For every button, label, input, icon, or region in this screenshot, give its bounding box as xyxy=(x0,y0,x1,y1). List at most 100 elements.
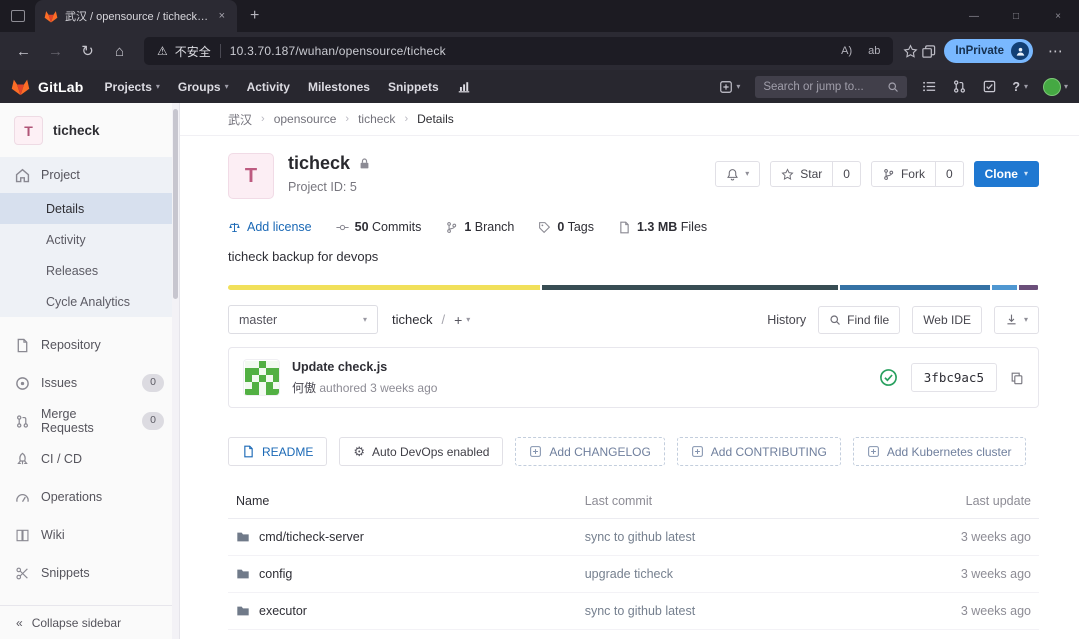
global-search[interactable] xyxy=(755,76,907,98)
sidebar-item-activity[interactable]: Activity xyxy=(0,224,179,255)
sidebar-item-releases[interactable]: Releases xyxy=(0,255,179,286)
address-bar[interactable]: ⚠ 不安全 10.3.70.187/wuhan/opensource/tiche… xyxy=(144,37,893,65)
pipeline-status-icon[interactable] xyxy=(879,368,898,387)
collapse-sidebar-button[interactable]: « Collapse sidebar xyxy=(0,605,179,639)
fork-count[interactable]: 0 xyxy=(936,161,964,187)
window-minimize-button[interactable]: — xyxy=(953,0,995,32)
tab-close-icon[interactable]: × xyxy=(216,9,228,23)
menu-groups[interactable]: Groups▾ xyxy=(169,80,238,94)
readme-button[interactable]: README xyxy=(228,437,327,466)
new-tab-button[interactable]: + xyxy=(250,8,259,24)
star-count[interactable]: 0 xyxy=(833,161,861,187)
sidebar-item-project[interactable]: Project xyxy=(0,157,179,193)
clone-button[interactable]: Clone ▾ xyxy=(974,161,1039,187)
find-file-button[interactable]: Find file xyxy=(818,306,900,334)
breadcrumb-project[interactable]: ticheck xyxy=(358,112,395,126)
refresh-button[interactable]: ↻ xyxy=(73,37,102,66)
merge-requests-count-badge: 0 xyxy=(142,412,164,430)
commit-message-link[interactable]: upgrade ticheck xyxy=(585,567,673,581)
table-row[interactable]: cmd/ticheck-server sync to github latest… xyxy=(228,519,1039,556)
commit-title-link[interactable]: Update check.js xyxy=(292,360,437,374)
sidebar-item-repository[interactable]: Repository xyxy=(0,326,179,364)
browser-menu-button[interactable]: ⋯ xyxy=(1041,37,1070,66)
file-name-link[interactable]: executor xyxy=(259,604,307,618)
sidebar-item-issues[interactable]: Issues 0 xyxy=(0,364,179,402)
sidebar-item-merge-requests[interactable]: Merge Requests 0 xyxy=(0,402,179,440)
sidebar-item-details[interactable]: Details xyxy=(0,193,179,224)
add-changelog-button[interactable]: Add CHANGELOG xyxy=(515,437,664,466)
commit-message-link[interactable]: sync to github latest xyxy=(585,604,695,618)
branch-selector[interactable]: master ▾ xyxy=(228,305,378,334)
merge-requests-nav-icon[interactable] xyxy=(952,79,967,94)
add-contributing-button[interactable]: Add CONTRIBUTING xyxy=(677,437,841,466)
back-button[interactable]: ← xyxy=(9,37,38,66)
menu-activity[interactable]: Activity xyxy=(238,80,299,94)
search-input[interactable] xyxy=(763,81,881,93)
download-button[interactable]: ▾ xyxy=(994,306,1039,334)
branches-link[interactable]: 1 Branch xyxy=(445,220,514,234)
table-row[interactable]: config upgrade ticheck 3 weeks ago xyxy=(228,556,1039,593)
auto-devops-button[interactable]: ⚙ Auto DevOps enabled xyxy=(339,437,503,466)
breadcrumb-group[interactable]: 武汉 xyxy=(228,111,252,128)
issues-nav-icon[interactable] xyxy=(922,79,937,94)
window-maximize-button[interactable]: □ xyxy=(995,0,1037,32)
sidebar-scrollbar-thumb[interactable] xyxy=(173,109,178,299)
add-kubernetes-button[interactable]: Add Kubernetes cluster xyxy=(853,437,1026,466)
translate-icon[interactable]: ab xyxy=(868,45,880,57)
commit-message-link[interactable]: sync to github latest xyxy=(585,530,695,544)
table-row[interactable]: internal sync to github latest 3 weeks a… xyxy=(228,630,1039,639)
file-name-link[interactable]: cmd/ticheck-server xyxy=(259,530,364,544)
language-bar[interactable] xyxy=(228,285,1039,290)
gitlab-main-menu: Projects▾ Groups▾ Activity Milestones Sn… xyxy=(96,80,480,94)
todos-nav-icon[interactable] xyxy=(982,79,997,94)
star-button[interactable]: Star xyxy=(770,161,833,187)
menu-snippets[interactable]: Snippets xyxy=(379,80,448,94)
files-link[interactable]: 1.3 MB Files xyxy=(618,220,707,234)
sidebar-item-cycle-analytics[interactable]: Cycle Analytics xyxy=(0,286,179,317)
commit-meta: 何傲 authored 3 weeks ago xyxy=(292,379,437,396)
add-license-link[interactable]: Add license xyxy=(228,220,312,234)
commit-author-avatar[interactable] xyxy=(243,359,280,396)
web-ide-button[interactable]: Web IDE xyxy=(912,306,982,334)
tags-link[interactable]: 0 Tags xyxy=(538,220,594,234)
notifications-button[interactable]: ▾ xyxy=(715,161,760,187)
sidebar-item-snippets[interactable]: Snippets xyxy=(0,554,179,592)
sidebar-item-wiki[interactable]: Wiki xyxy=(0,516,179,554)
add-file-dropdown[interactable]: + ▾ xyxy=(454,312,470,328)
gitlab-logo[interactable]: GitLab xyxy=(11,78,84,96)
browser-profile-avatar[interactable] xyxy=(1011,42,1029,60)
chevron-down-icon: ▾ xyxy=(363,316,367,324)
forward-button[interactable]: → xyxy=(41,37,70,66)
sidebar-project-header[interactable]: T ticheck xyxy=(0,103,179,157)
fork-button[interactable]: Fork xyxy=(871,161,936,187)
file-name-link[interactable]: config xyxy=(259,567,292,581)
sidebar-scrollbar[interactable] xyxy=(172,103,179,639)
commits-link[interactable]: 50 Commits xyxy=(336,220,422,234)
help-menu[interactable]: ?▾ xyxy=(1012,80,1028,94)
history-link[interactable]: History xyxy=(767,313,806,327)
analytics-icon[interactable] xyxy=(448,80,480,94)
read-aloud-icon[interactable]: A) xyxy=(841,45,852,57)
add-favorite-icon[interactable] xyxy=(903,44,918,59)
user-menu[interactable]: ▾ xyxy=(1043,78,1068,96)
security-warning[interactable]: ⚠ 不安全 xyxy=(157,43,211,60)
commit-author[interactable]: 何傲 xyxy=(292,381,316,395)
sidebar-item-ci-cd[interactable]: CI / CD xyxy=(0,440,179,478)
menu-projects[interactable]: Projects▾ xyxy=(96,80,169,94)
menu-projects-label: Projects xyxy=(105,80,152,94)
repo-root-link[interactable]: ticheck xyxy=(392,312,432,327)
copy-sha-button[interactable] xyxy=(1010,371,1024,385)
table-row[interactable]: executor sync to github latest 3 weeks a… xyxy=(228,593,1039,630)
inprivate-badge[interactable]: InPrivate xyxy=(944,39,1033,63)
collections-icon[interactable] xyxy=(921,44,936,59)
browser-tab[interactable]: 武汉 / opensource / ticheck · Gi × xyxy=(35,0,237,32)
url-text[interactable]: 10.3.70.187/wuhan/opensource/ticheck xyxy=(230,44,446,58)
commit-sha[interactable]: 3fbc9ac5 xyxy=(911,363,997,392)
home-button[interactable]: ⌂ xyxy=(105,37,134,66)
window-close-button[interactable]: × xyxy=(1037,0,1079,32)
window-app-icon[interactable] xyxy=(11,10,25,22)
breadcrumb-subgroup[interactable]: opensource xyxy=(274,112,337,126)
menu-milestones[interactable]: Milestones xyxy=(299,80,379,94)
new-menu-button[interactable]: ▾ xyxy=(719,80,740,94)
sidebar-item-operations[interactable]: Operations xyxy=(0,478,179,516)
